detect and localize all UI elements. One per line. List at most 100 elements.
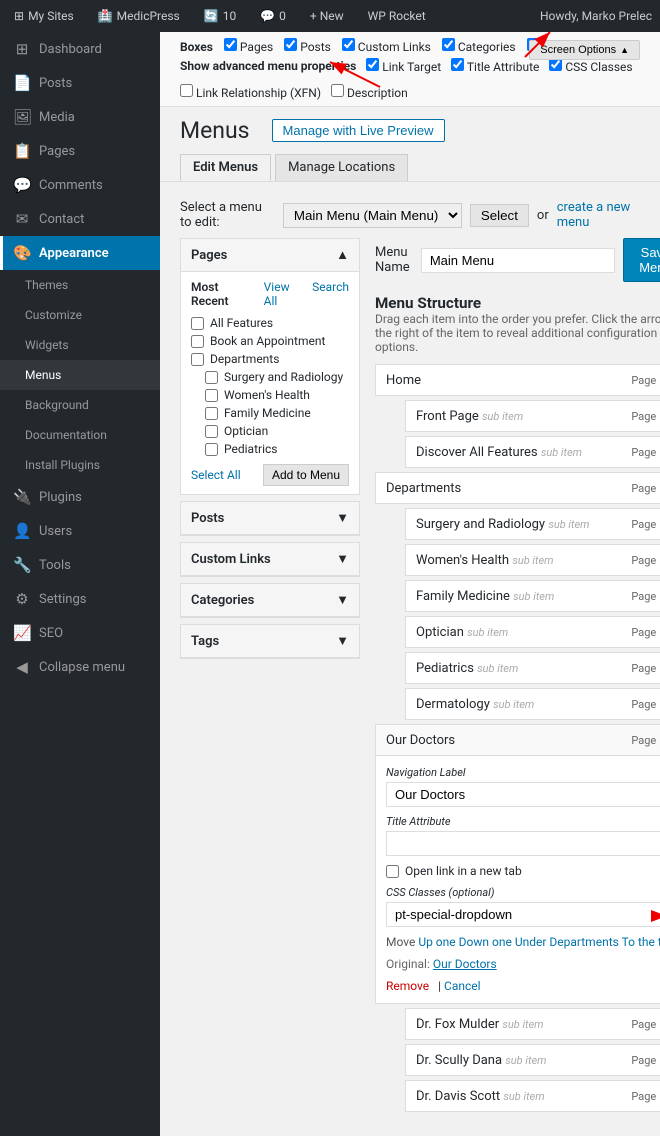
menu-item-fox-mulder-header[interactable]: Dr. Fox Mulder sub item Page ▼ — [406, 1009, 660, 1039]
sidebar-item-themes[interactable]: Themes — [0, 270, 160, 300]
sidebar-item-comments[interactable]: 💬 Comments — [0, 168, 160, 202]
sidebar-item-install-plugins[interactable]: Install Plugins — [0, 450, 160, 480]
menu-name-input[interactable] — [421, 248, 615, 273]
pages-accordion-header[interactable]: Pages ▲ — [181, 239, 359, 272]
cancel-link[interactable]: Cancel — [444, 979, 481, 993]
sidebar-item-dashboard[interactable]: ⊞ Dashboard — [0, 32, 160, 66]
admin-bar-comments[interactable]: 💬 0 — [254, 0, 292, 32]
add-to-menu-button[interactable]: Add to Menu — [263, 464, 349, 486]
adv-xfn-check[interactable] — [180, 84, 193, 97]
menu-item-surgery-header[interactable]: Surgery and Radiology sub item Page ▼ — [406, 509, 660, 539]
box-custom-links: Custom Links — [342, 40, 434, 54]
sidebar-item-tools[interactable]: 🔧 Tools — [0, 548, 160, 582]
pages-icon: 📋 — [13, 142, 31, 160]
sidebar-item-plugins[interactable]: 🔌 Plugins — [0, 480, 160, 514]
admin-bar-mysites[interactable]: ⊞ My Sites — [8, 0, 80, 32]
pages-tab-all[interactable]: View All — [264, 280, 304, 308]
pages-tab-recent[interactable]: Most Recent — [191, 280, 256, 308]
manage-live-button[interactable]: Manage with Live Preview — [272, 119, 445, 142]
custom-links-title: Custom Links — [191, 552, 271, 567]
custom-links-accordion-header[interactable]: Custom Links ▼ — [181, 543, 359, 576]
tab-manage-locations[interactable]: Manage Locations — [275, 154, 408, 181]
adv-title-attr-check[interactable] — [451, 58, 464, 71]
menu-item-departments-header[interactable]: Departments Page ▼ — [376, 473, 660, 503]
sidebar-item-pages[interactable]: 📋 Pages — [0, 134, 160, 168]
box-custom-links-check[interactable] — [342, 38, 355, 51]
tab-edit-menus[interactable]: Edit Menus — [180, 154, 271, 181]
title-attr-input[interactable] — [386, 831, 660, 856]
sidebar-item-settings[interactable]: ⚙ Settings — [0, 582, 160, 616]
page-check-family[interactable] — [205, 407, 218, 420]
categories-accordion-header[interactable]: Categories ▼ — [181, 584, 359, 617]
sidebar-item-widgets[interactable]: Widgets — [0, 330, 160, 360]
discover-label: Discover All Features sub item — [416, 445, 582, 460]
create-new-menu-link[interactable]: create a new menu — [557, 200, 640, 230]
menu-item-pediatrics-header[interactable]: Pediatrics sub item Page ▼ — [406, 653, 660, 683]
sidebar-item-documentation[interactable]: Documentation — [0, 420, 160, 450]
sidebar-item-media[interactable]: 🖼 Media — [0, 100, 160, 134]
move-under-departments[interactable]: Under Departments — [515, 935, 619, 949]
move-down-one[interactable]: Down one — [459, 935, 512, 949]
admin-bar-addnew[interactable]: + New — [304, 0, 350, 32]
sidebar-item-users[interactable]: 👤 Users — [0, 514, 160, 548]
page-check-departments[interactable] — [191, 353, 204, 366]
appearance-icon: 🎨 — [13, 244, 31, 262]
sidebar-item-collapse[interactable]: ◀ Collapse menu — [0, 650, 160, 684]
pages-tab-search[interactable]: Search — [312, 280, 349, 308]
family-label: Family Medicine sub item — [416, 589, 554, 604]
adv-link-target-check[interactable] — [366, 58, 379, 71]
sidebar-item-customize[interactable]: Customize — [0, 300, 160, 330]
select-all-link[interactable]: Select All — [191, 468, 241, 482]
menu-item-discover-header[interactable]: Discover All Features sub item Page ▼ — [406, 437, 660, 467]
admin-bar-medipress[interactable]: 🏥 MedicPress — [92, 0, 186, 32]
page-check-surgery[interactable] — [205, 371, 218, 384]
adv-description-check[interactable] — [331, 84, 344, 97]
sidebar-item-seo[interactable]: 📈 SEO — [0, 616, 160, 650]
menu-select[interactable]: Main Menu (Main Menu) — [283, 203, 462, 228]
pages-add-row: Select All Add to Menu — [191, 464, 349, 486]
page-check-book[interactable] — [191, 335, 204, 348]
select-menu-button[interactable]: Select — [470, 204, 529, 227]
menu-item-front-page-header[interactable]: Front Page sub item Page ▼ — [406, 401, 660, 431]
save-menu-button[interactable]: Save Menu — [623, 238, 660, 282]
nav-label-input[interactable] — [386, 782, 660, 807]
original-link[interactable]: Our Doctors — [433, 957, 497, 971]
move-up-one[interactable]: Up one — [418, 935, 455, 949]
sidebar-item-contact[interactable]: ✉ Contact — [0, 202, 160, 236]
menu-item-discover: Discover All Features sub item Page ▼ — [405, 436, 660, 468]
page-check-all-features[interactable] — [191, 317, 204, 330]
menu-body: Pages ▲ Most Recent View All Search All … — [160, 238, 660, 1136]
posts-accordion-header[interactable]: Posts ▼ — [181, 502, 359, 535]
tags-title: Tags — [191, 634, 219, 649]
page-check-womens[interactable] — [205, 389, 218, 402]
sidebar-item-appearance[interactable]: 🎨 Appearance — [0, 236, 160, 270]
open-new-tab-check[interactable] — [386, 865, 399, 878]
pages-tabs: Most Recent View All Search — [191, 280, 349, 308]
admin-bar-rocket[interactable]: WP Rocket — [362, 0, 432, 32]
menu-item-womens-header[interactable]: Women's Health sub item Page ▼ — [406, 545, 660, 575]
admin-bar-updates[interactable]: 🔄 10 — [198, 0, 242, 32]
menu-item-scully-dana-header[interactable]: Dr. Scully Dana sub item Page ▼ — [406, 1045, 660, 1075]
sidebar-item-background[interactable]: Background — [0, 390, 160, 420]
left-panel: Pages ▲ Most Recent View All Search All … — [180, 238, 360, 1116]
menu-item-front-page: Front Page sub item Page ▼ — [405, 400, 660, 432]
menu-item-home-header[interactable]: Home Page ▼ — [376, 365, 660, 395]
move-to-top[interactable]: To the top — [622, 935, 660, 949]
page-check-pediatrics[interactable] — [205, 443, 218, 456]
css-classes-input[interactable] — [386, 902, 660, 927]
page-check-optician[interactable] — [205, 425, 218, 438]
remove-link[interactable]: Remove — [386, 979, 429, 993]
menu-item-our-doctors-header[interactable]: Our Doctors Page ▲ — [376, 725, 660, 756]
sidebar-item-menus[interactable]: Menus — [0, 360, 160, 390]
menu-item-davis-scott-header[interactable]: Dr. Davis Scott sub item Page ▼ — [406, 1081, 660, 1111]
screen-options-toggle[interactable]: Screen Options — [529, 40, 640, 60]
box-categories-check[interactable] — [442, 38, 455, 51]
menu-item-dermatology-header[interactable]: Dermatology sub item Page ▼ — [406, 689, 660, 719]
sidebar-item-posts[interactable]: 📄 Posts — [0, 66, 160, 100]
menu-item-family-header[interactable]: Family Medicine sub item Page ▼ — [406, 581, 660, 611]
menu-item-optician-header[interactable]: Optician sub item Page ▼ — [406, 617, 660, 647]
tags-accordion-header[interactable]: Tags ▼ — [181, 625, 359, 658]
box-posts-check[interactable] — [284, 38, 297, 51]
right-panel: Menu Name Save Menu Menu Structure Drag … — [375, 238, 660, 1116]
box-pages-check[interactable] — [224, 38, 237, 51]
